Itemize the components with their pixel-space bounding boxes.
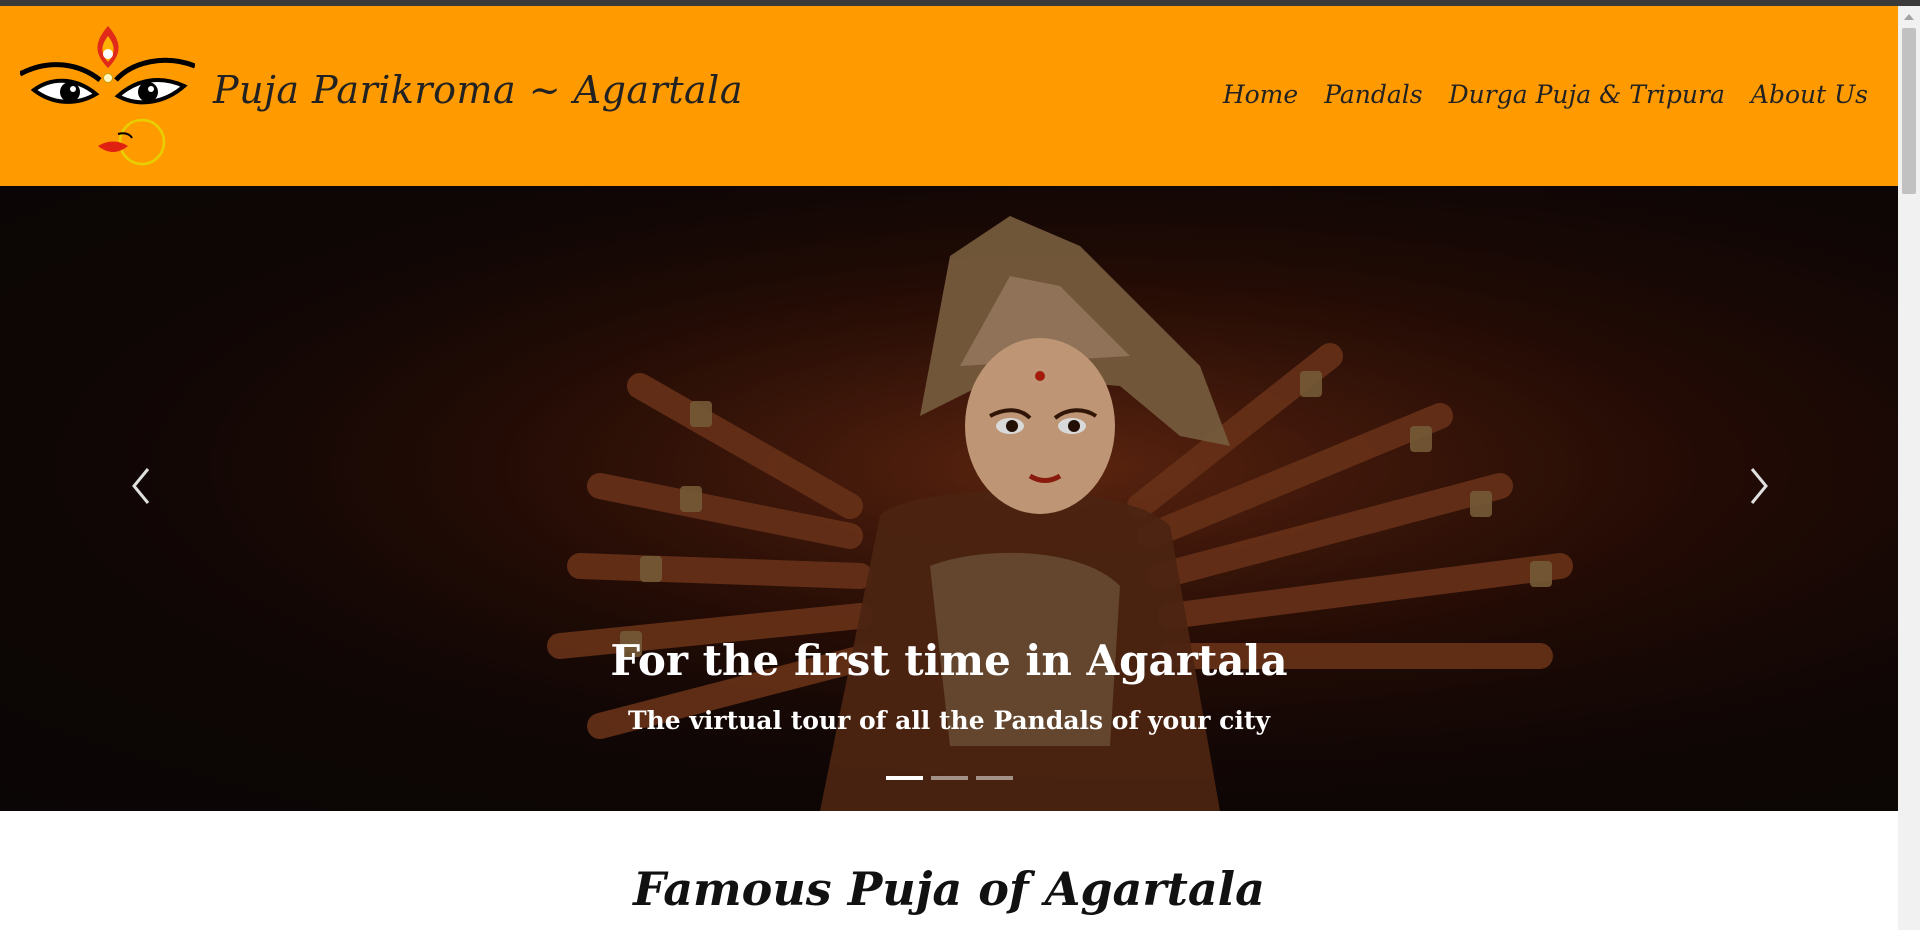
chevron-left-icon	[132, 468, 150, 504]
hero-title: For the first time in Agartala	[610, 636, 1288, 685]
nav-durga-puja-tripura-link[interactable]: Durga Puja & Tripura	[1449, 80, 1725, 109]
carousel-next-button[interactable]	[1738, 461, 1778, 511]
carousel-indicator-2[interactable]	[931, 776, 968, 780]
hero-subtitle: The virtual tour of all the Pandals of y…	[628, 706, 1270, 735]
main-nav: Home Pandals Durga Puja & Tripura About …	[1223, 80, 1868, 109]
carousel-indicator-3[interactable]	[976, 776, 1013, 780]
nav-pandals-link[interactable]: Pandals	[1324, 80, 1422, 109]
page: Puja Parikroma ~ Agartala Home Pandals D…	[0, 6, 1898, 930]
carousel-prev-button[interactable]	[122, 461, 162, 511]
site-title[interactable]: Puja Parikroma ~ Agartala	[213, 68, 743, 112]
carousel-indicators	[886, 776, 1013, 780]
section-title: Famous Puja of Agartala	[633, 862, 1265, 916]
chevron-right-icon	[1750, 468, 1768, 504]
durga-eyes-logo-icon[interactable]	[20, 16, 195, 176]
nav-about-us-link[interactable]: About Us	[1751, 80, 1868, 109]
carousel-indicator-1[interactable]	[886, 776, 923, 780]
page-scrollbar[interactable]	[1898, 6, 1920, 930]
hero-carousel: For the first time in Agartala The virtu…	[0, 186, 1898, 811]
navbar: Puja Parikroma ~ Agartala Home Pandals D…	[0, 6, 1898, 186]
scrollbar-thumb[interactable]	[1902, 28, 1916, 194]
scroll-up-arrow-icon[interactable]	[1904, 14, 1914, 20]
nav-home-link[interactable]: Home	[1223, 80, 1298, 109]
